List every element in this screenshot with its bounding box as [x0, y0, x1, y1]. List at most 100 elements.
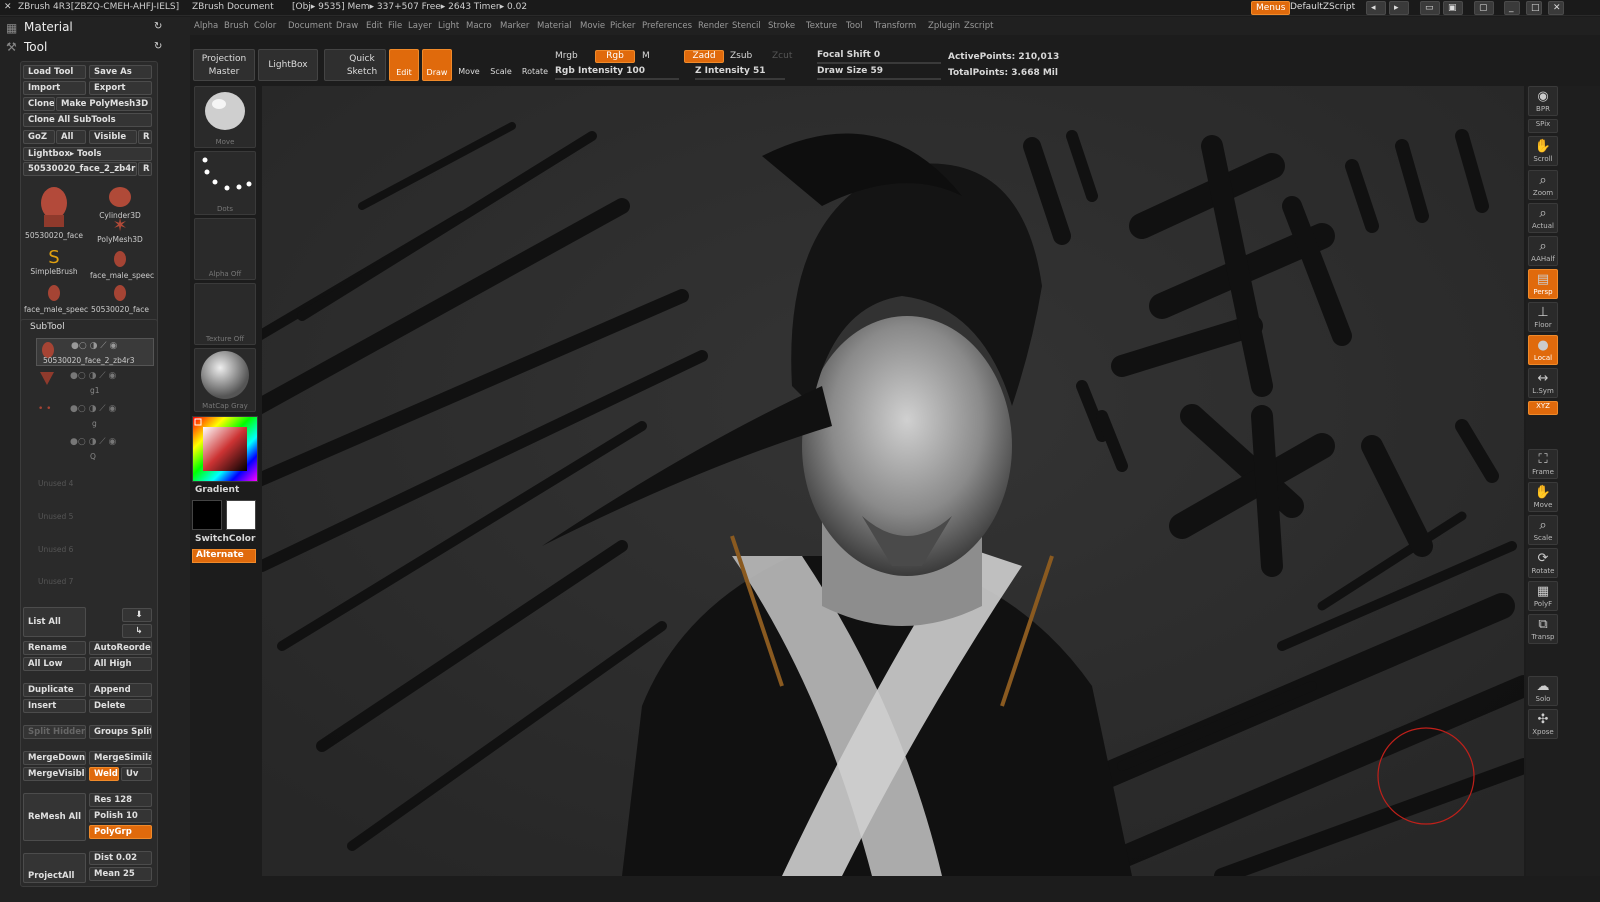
menu-picker[interactable]: Picker	[610, 21, 635, 31]
menu-draw[interactable]: Draw	[336, 21, 358, 31]
zadd-button[interactable]: Zadd	[684, 50, 724, 63]
mergevisible-button[interactable]: MergeVisible	[23, 767, 86, 781]
rewind-icon[interactable]: ◂	[1366, 1, 1386, 15]
projection-master-button[interactable]: Projection Master	[193, 49, 255, 81]
menu-render[interactable]: Render	[698, 21, 728, 31]
draw-button[interactable]: Draw	[422, 49, 452, 81]
insert-button[interactable]: Insert	[23, 699, 86, 713]
m-button[interactable]: M	[642, 51, 650, 61]
menu-movie[interactable]: Movie	[580, 21, 605, 31]
lightbox-tools-button[interactable]: Lightbox▸ Tools	[23, 147, 152, 161]
autoreorder-button[interactable]: AutoReorder	[89, 641, 152, 655]
tool-thumb[interactable]: 50530020_face	[24, 179, 84, 241]
zoom-icon[interactable]: ⌕ Zoom	[1528, 170, 1558, 200]
polyf-icon[interactable]: ▦ PolyF	[1528, 581, 1558, 611]
gradient-label[interactable]: Gradient	[195, 485, 239, 495]
menu-alpha[interactable]: Alpha	[194, 21, 218, 31]
menu-preferences[interactable]: Preferences	[642, 21, 692, 31]
zsub-button[interactable]: Zsub	[730, 51, 752, 61]
groups-split-button[interactable]: Groups Split	[89, 725, 152, 739]
material-header[interactable]: Material	[24, 20, 73, 34]
list-all-button[interactable]: List All	[23, 607, 86, 637]
refresh-icon[interactable]: ↻	[154, 41, 162, 52]
focal-shift-slider[interactable]: Focal Shift 0	[817, 50, 941, 64]
arrow-right-down-icon[interactable]: ↳	[122, 624, 152, 638]
rgb-button[interactable]: Rgb	[595, 50, 635, 63]
actual-icon[interactable]: ⌕ Actual	[1528, 203, 1558, 233]
bpr-icon[interactable]: ◉ BPR	[1528, 86, 1558, 116]
floor-icon[interactable]: ⊥ Floor	[1528, 302, 1558, 332]
menu-color[interactable]: Color	[254, 21, 276, 31]
menu-marker[interactable]: Marker	[500, 21, 529, 31]
forward-icon[interactable]: ▸	[1389, 1, 1409, 15]
menu-light[interactable]: Light	[438, 21, 459, 31]
lightbox-button[interactable]: LightBox	[258, 49, 318, 81]
switchcolor-button[interactable]: SwitchColor	[195, 534, 255, 544]
mrgb-button[interactable]: Mrgb	[555, 51, 578, 61]
zcut-button[interactable]: Zcut	[772, 51, 792, 61]
lock-icon[interactable]: ▢	[1474, 1, 1494, 15]
toggle-icon[interactable]: ●○ ◑ ⟋ ◉	[70, 437, 116, 447]
move-icon[interactable]: ✋ Move	[1528, 482, 1558, 512]
polish-slider[interactable]: Polish 10	[89, 809, 152, 823]
menu-transform[interactable]: Transform	[874, 21, 916, 31]
menu-file[interactable]: File	[388, 21, 402, 31]
aahalf-icon[interactable]: ⌕ AAHalf	[1528, 236, 1558, 266]
z-intensity-slider[interactable]: Z Intensity 51	[695, 66, 785, 80]
lsym-icon[interactable]: ↔ L.Sym	[1528, 368, 1558, 398]
alpha-slot[interactable]: Alpha Off	[194, 218, 256, 280]
menu-material[interactable]: Material	[537, 21, 572, 31]
subtool-item[interactable]: • • ●○ ◑ ⟋ ◉ g	[36, 402, 154, 430]
polygrp-button[interactable]: PolyGrp	[89, 825, 152, 839]
menu-brush[interactable]: Brush	[224, 21, 249, 31]
all-high-button[interactable]: All High	[89, 657, 152, 671]
export-button[interactable]: Export	[89, 81, 152, 95]
menu-zplugin[interactable]: Zplugin	[928, 21, 960, 31]
xyz-icon[interactable]: XYZ	[1528, 401, 1558, 415]
arrow-down-icon[interactable]: ⬇	[122, 608, 152, 622]
toggle-icon[interactable]: ●○ ◑ ⟋ ◉	[71, 341, 117, 351]
clone-button[interactable]: Clone	[23, 97, 55, 111]
document-canvas[interactable]	[262, 86, 1524, 876]
mergesimilar-button[interactable]: MergeSimilar	[89, 751, 152, 765]
refresh-icon[interactable]: ↻	[154, 21, 162, 32]
menu-macro[interactable]: Macro	[466, 21, 492, 31]
material-slot[interactable]: MatCap Gray	[194, 348, 256, 412]
append-button[interactable]: Append	[89, 683, 152, 697]
toggle-icon[interactable]: ●○ ◑ ⟋ ◉	[70, 371, 116, 381]
draw-size-slider[interactable]: Draw Size 59	[817, 66, 941, 80]
script-name[interactable]: DefaultZScript	[1286, 1, 1359, 15]
menu-document[interactable]: Document	[288, 21, 332, 31]
goz-r-button[interactable]: R	[138, 130, 152, 144]
frame-icon[interactable]: ⛶ Frame	[1528, 449, 1558, 479]
minimize-icon[interactable]: _	[1504, 1, 1520, 15]
rgb-intensity-slider[interactable]: Rgb Intensity 100	[555, 66, 679, 80]
uv-button[interactable]: Uv	[121, 767, 152, 781]
alternate-button[interactable]: Alternate	[192, 549, 256, 563]
xpose-icon[interactable]: ✣ Xpose	[1528, 709, 1558, 739]
subtool-item[interactable]: ●○ ◑ ⟋ ◉ 50530020_face_2_zb4r3	[36, 338, 154, 366]
current-tool-r-button[interactable]: R	[138, 162, 152, 176]
goz-button[interactable]: GoZ	[23, 130, 55, 144]
persp-icon[interactable]: ▤ Persp	[1528, 269, 1558, 299]
scale-icon[interactable]: ⌕ Scale	[1528, 515, 1558, 545]
menus-button[interactable]: Menus	[1251, 1, 1291, 15]
make-polymesh-button[interactable]: Make PolyMesh3D	[56, 97, 152, 111]
local-icon[interactable]: ● Local	[1528, 335, 1558, 365]
layout2-icon[interactable]: ▣	[1443, 1, 1463, 15]
rotate-icon[interactable]: ⟳ Rotate	[1528, 548, 1558, 578]
secondary-color-swatch[interactable]	[226, 500, 256, 530]
menu-edit[interactable]: Edit	[366, 21, 382, 31]
mean-slider[interactable]: Mean 25	[89, 867, 152, 881]
menu-tool[interactable]: Tool	[846, 21, 863, 31]
menu-texture[interactable]: Texture	[806, 21, 837, 31]
stroke-slot[interactable]: Dots	[194, 151, 256, 215]
transp-icon[interactable]: ⧉ Transp	[1528, 614, 1558, 644]
load-tool-button[interactable]: Load Tool	[23, 65, 86, 79]
current-tool-slider[interactable]: 50530020_face_2_zb4r	[23, 162, 137, 176]
split-hidden-button[interactable]: Split Hidden	[23, 725, 86, 739]
menu-stencil[interactable]: Stencil	[732, 21, 761, 31]
projectall-button[interactable]: ProjectAll	[23, 853, 86, 883]
weld-button[interactable]: Weld	[89, 767, 119, 781]
goz-all-button[interactable]: All	[56, 130, 86, 144]
